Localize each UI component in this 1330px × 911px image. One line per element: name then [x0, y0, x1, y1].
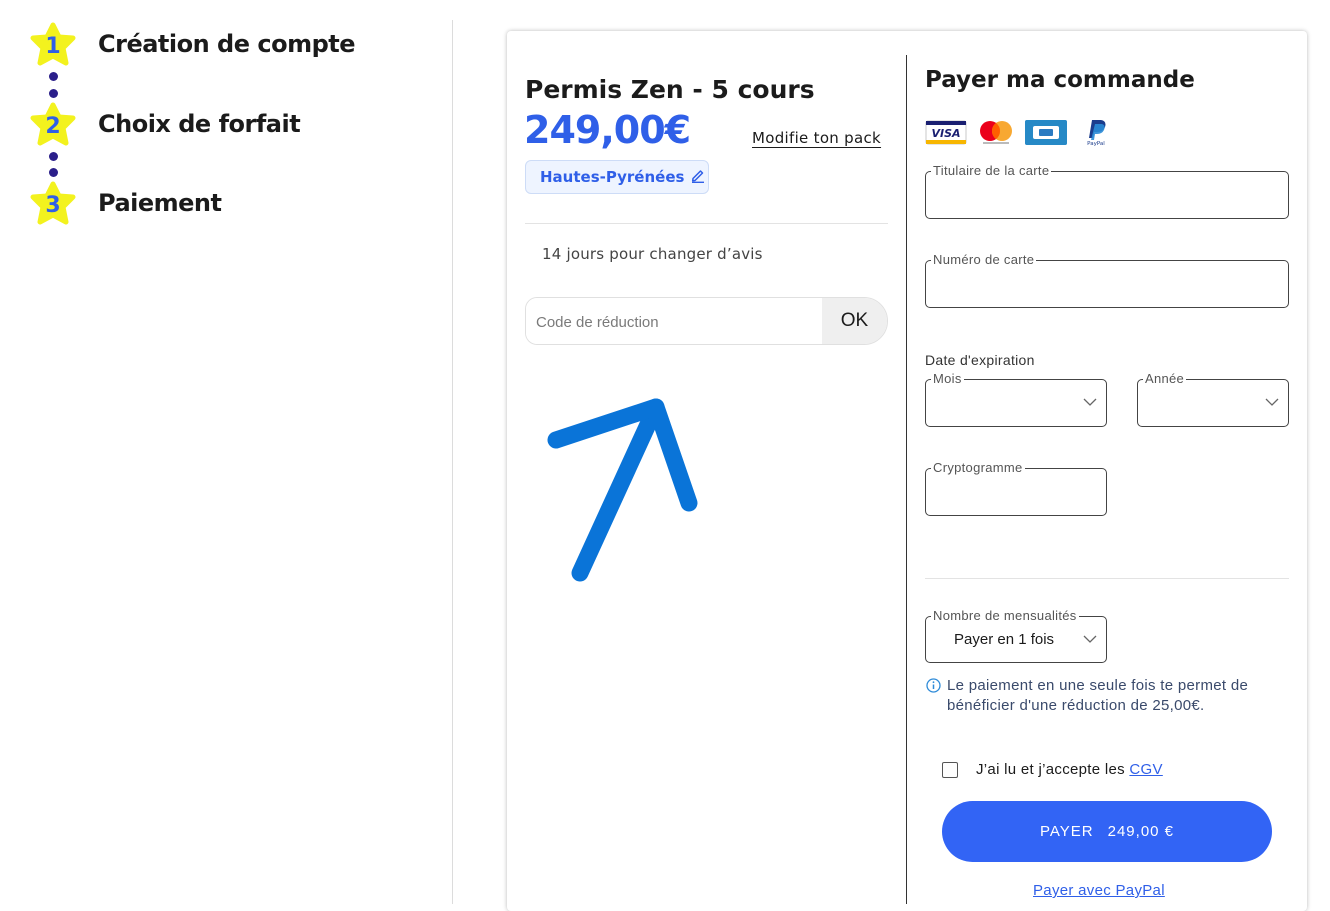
chevron-down-icon: [1083, 398, 1097, 406]
product-price: 249,00€: [524, 108, 691, 152]
cvv-label: Cryptogramme: [931, 460, 1025, 475]
month-label: Mois: [931, 371, 964, 386]
step-label-plan-choice: Choix de forfait: [98, 110, 301, 138]
expiry-month-select[interactable]: Mois: [925, 371, 1107, 427]
cgv-label: J’ai lu et j’accepte les: [976, 761, 1130, 778]
pencil-icon: [690, 167, 706, 187]
mastercard-logo: [975, 118, 1017, 146]
step-number: 3: [45, 192, 61, 218]
step-connector-dot: [49, 152, 58, 161]
cardholder-label: Titulaire de la carte: [931, 163, 1052, 178]
promo-code-input[interactable]: [526, 298, 822, 344]
star-icon: 1: [28, 22, 78, 68]
cgv-consent: J’ai lu et j’accepte les CGV: [942, 761, 1163, 778]
info-icon: [926, 678, 941, 716]
step-label-account-creation: Création de compte: [98, 30, 356, 58]
pay-button-amount: 249,00 €: [1107, 823, 1175, 840]
withdrawal-period-text: 14 jours pour changer d’avis: [542, 245, 763, 263]
paypal-link[interactable]: Payer avec PayPal: [1033, 882, 1165, 899]
cgv-text: J’ai lu et j’accepte les CGV: [976, 761, 1163, 778]
vertical-divider: [452, 20, 453, 904]
cvv-input[interactable]: [926, 469, 1106, 515]
step-connector-dot: [49, 72, 58, 81]
chevron-down-icon: [1083, 635, 1097, 643]
cvv-field[interactable]: Cryptogramme: [925, 460, 1107, 516]
chevron-down-icon: [1265, 398, 1279, 406]
pay-button[interactable]: PAYER 249,00 €: [942, 801, 1272, 862]
pay-button-label: PAYER: [1039, 823, 1094, 840]
svg-text:PayPal: PayPal: [1087, 141, 1105, 146]
cb-logo: [1025, 118, 1067, 146]
step-number: 1: [45, 33, 61, 59]
card-number-label: Numéro de carte: [931, 252, 1037, 267]
step-2: 2 Choix de forfait: [28, 102, 301, 148]
region-label: Hautes-Pyrénées: [540, 168, 685, 186]
star-icon: 2: [28, 102, 78, 148]
installments-info: Le paiement en une seule fois te permet …: [926, 676, 1296, 716]
cgv-checkbox[interactable]: [942, 761, 958, 778]
step-number: 2: [45, 113, 61, 139]
card-number-field[interactable]: Numéro de carte: [925, 252, 1289, 308]
svg-text:VISA: VISA: [931, 127, 960, 140]
visa-logo: VISA: [925, 118, 967, 146]
step-connector-dot: [49, 89, 58, 98]
step-label-payment: Paiement: [98, 189, 222, 217]
divider: [925, 578, 1289, 579]
modify-pack-link[interactable]: Modifie ton pack: [752, 129, 881, 147]
step-3: 3 Paiement: [28, 181, 222, 227]
step-1: 1 Création de compte: [28, 22, 356, 68]
cgv-link[interactable]: CGV: [1129, 761, 1162, 778]
region-badge[interactable]: Hautes-Pyrénées: [525, 160, 709, 194]
promo-ok-button[interactable]: OK: [822, 298, 887, 344]
paypal-logo: PayPal: [1075, 118, 1117, 146]
installments-value: Payer en 1 fois: [954, 631, 1055, 648]
annotation-arrow-icon: [547, 398, 698, 582]
info-text: Le paiement en une seule fois te permet …: [947, 677, 1249, 714]
cardholder-input[interactable]: [926, 172, 1288, 218]
step-connector-dot: [49, 168, 58, 177]
divider: [525, 223, 888, 224]
card-logos: VISA PayPal: [925, 118, 1117, 146]
cardholder-field[interactable]: Titulaire de la carte: [925, 163, 1289, 219]
product-title: Permis Zen - 5 cours: [525, 75, 815, 104]
expiry-year-select[interactable]: Année: [1137, 371, 1289, 427]
installments-select[interactable]: Nombre de mensualités Payer en 1 fois: [925, 608, 1107, 663]
card-number-input[interactable]: [926, 261, 1288, 307]
star-icon: 3: [28, 181, 78, 227]
expiry-label: Date d'expiration: [925, 352, 1035, 368]
card-divider: [906, 55, 907, 904]
year-label: Année: [1143, 371, 1187, 386]
promo-code-group: OK: [525, 297, 888, 345]
payment-title: Payer ma commande: [925, 67, 1195, 93]
